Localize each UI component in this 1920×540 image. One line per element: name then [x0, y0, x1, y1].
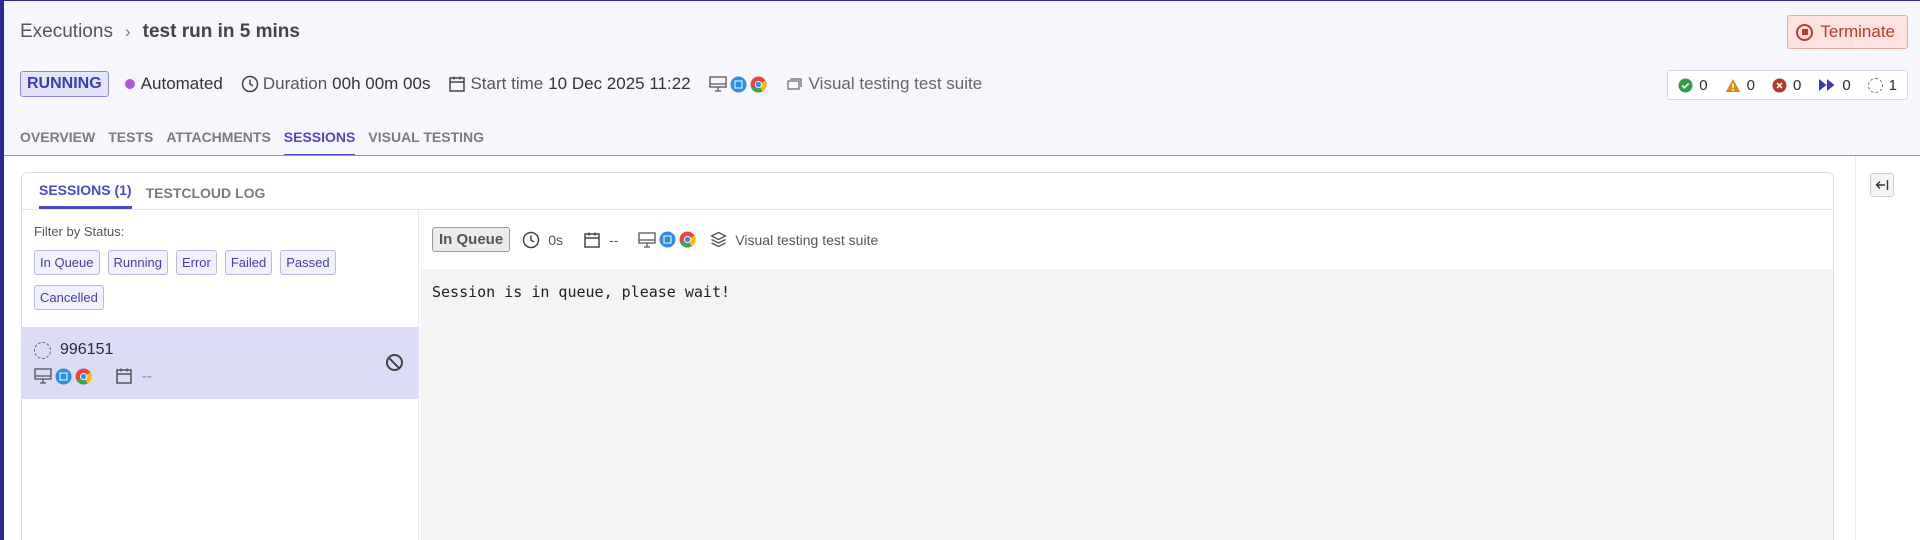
start-time-label: Start time	[470, 74, 544, 93]
session-detail-pane: In Queue 0s -- Visual testing test suite	[420, 210, 1833, 540]
session-start-date-value: --	[608, 231, 619, 248]
tab-visual-testing[interactable]: VISUAL TESTING	[368, 129, 484, 156]
duration: Duration 00h 00m 00s	[241, 74, 431, 94]
failed-count: 0	[1772, 77, 1801, 94]
mode-dot-icon	[124, 79, 135, 89]
cancel-session-icon[interactable]	[386, 354, 403, 371]
calendar-icon	[116, 368, 132, 384]
windows-icon	[730, 76, 747, 92]
skipped-count: 0	[1818, 76, 1851, 94]
session-start-date: --	[583, 231, 618, 249]
subtab-testcloud-log[interactable]: TESTCLOUD LOG	[146, 185, 266, 209]
failed-count-value: 0	[1792, 76, 1802, 94]
breadcrumb: Executions › test run in 5 mins	[20, 21, 300, 43]
session-log-output: Session is in queue, please wait!	[420, 269, 1833, 540]
session-row-meta: --	[34, 367, 152, 385]
arrow-left-bar-icon	[1875, 180, 1889, 190]
session-row-header: 996151	[34, 341, 113, 359]
filter-chip-in-queue[interactable]: In Queue	[34, 250, 100, 275]
session-list-item[interactable]: 996151 --	[22, 327, 419, 399]
tab-overview[interactable]: OVERVIEW	[20, 129, 95, 156]
queued-count: 1	[1867, 76, 1897, 94]
desktop-icon	[638, 231, 656, 248]
breadcrumb-executions-link[interactable]: Executions	[20, 21, 113, 43]
session-duration-value: 0s	[548, 231, 563, 248]
environment	[708, 76, 767, 93]
terminate-button[interactable]: Terminate	[1787, 15, 1908, 49]
filter-chip-running[interactable]: Running	[107, 250, 168, 275]
tab-tests[interactable]: TESTS	[108, 129, 153, 156]
session-environment	[638, 231, 696, 248]
calendar-icon	[449, 76, 466, 92]
filter-chip-failed[interactable]: Failed	[224, 250, 273, 275]
fast-forward-icon	[1819, 79, 1835, 91]
filter-chip-passed[interactable]: Passed	[280, 250, 336, 275]
passed-count-value: 0	[1699, 76, 1708, 94]
filter-label: Filter by Status:	[34, 224, 125, 239]
session-test-suite-name: Visual testing test suite	[735, 231, 879, 248]
filter-chip-cancelled[interactable]: Cancelled	[34, 285, 104, 310]
duration-label: Duration	[262, 74, 328, 93]
sessions-card: SESSIONS (1) TESTCLOUD LOG Filter by Sta…	[21, 172, 1834, 540]
session-test-suite: Visual testing test suite	[710, 231, 878, 248]
filter-chip-error[interactable]: Error	[175, 250, 217, 275]
duration-value: 00h 00m 00s	[332, 74, 431, 93]
mode-label: Automated	[140, 74, 223, 93]
result-counts: 0 0 0 0 1	[1667, 70, 1908, 100]
warning-count: 0	[1725, 77, 1755, 94]
error-circle-icon	[1772, 78, 1787, 92]
queued-dashed-circle-icon	[34, 341, 51, 359]
tab-attachments[interactable]: ATTACHMENTS	[166, 129, 270, 156]
check-circle-icon	[1678, 78, 1693, 92]
warning-icon	[1725, 78, 1740, 92]
stop-icon	[1796, 23, 1814, 41]
session-status-badge: In Queue	[432, 227, 511, 252]
clock-icon	[241, 75, 259, 93]
session-list-pane: Filter by Status: In Queue Running Error…	[22, 210, 419, 540]
skipped-count-value: 0	[1842, 76, 1851, 94]
main-tabs: OVERVIEW TESTS ATTACHMENTS SESSIONS VISU…	[20, 129, 484, 156]
desktop-icon	[34, 368, 52, 384]
desktop-icon	[708, 76, 727, 92]
queued-count-value: 1	[1888, 76, 1897, 94]
queued-dashed-circle-icon	[1867, 77, 1883, 93]
execution-header: Executions › test run in 5 mins Terminat…	[4, 1, 1920, 156]
chrome-icon	[750, 76, 767, 92]
layers-icon	[787, 78, 802, 90]
side-panel-divider	[1855, 156, 1856, 540]
breadcrumb-separator: ›	[124, 22, 131, 41]
collapse-panel-button[interactable]	[1870, 173, 1894, 197]
terminate-label: Terminate	[1820, 22, 1895, 41]
subtab-sessions[interactable]: SESSIONS (1)	[39, 182, 132, 209]
chrome-icon	[679, 231, 696, 248]
session-detail-header: In Queue 0s -- Visual testing test suite	[420, 210, 1833, 269]
mode-indicator: Automated	[124, 74, 223, 94]
session-id: 996151	[60, 341, 114, 358]
page-title: test run in 5 mins	[142, 21, 300, 42]
sessions-panel: SESSIONS (1) TESTCLOUD LOG Filter by Sta…	[4, 156, 1920, 540]
execution-meta: RUNNING Automated Duration 00h 00m 00s S…	[20, 71, 982, 97]
windows-icon	[659, 231, 676, 248]
start-time: Start time 10 Dec 2025 11:22	[448, 74, 691, 94]
test-suite: Visual testing test suite	[787, 74, 983, 94]
calendar-icon	[584, 232, 600, 248]
status-badge: RUNNING	[20, 71, 109, 97]
status-filter-chips: In Queue Running Error Failed Passed Can…	[34, 250, 404, 310]
clock-icon	[522, 231, 540, 248]
tab-sessions[interactable]: SESSIONS	[283, 129, 356, 156]
chrome-icon	[75, 368, 92, 384]
warning-count-value: 0	[1746, 76, 1755, 94]
windows-icon	[55, 368, 72, 384]
test-suite-name: Visual testing test suite	[808, 74, 983, 93]
start-time-value: 10 Dec 2025 11:22	[548, 74, 691, 93]
stack-icon	[710, 231, 728, 248]
passed-count: 0	[1678, 76, 1708, 94]
session-date: --	[142, 367, 152, 385]
session-duration: 0s	[522, 231, 563, 249]
sessions-subtabs: SESSIONS (1) TESTCLOUD LOG	[22, 173, 1833, 210]
